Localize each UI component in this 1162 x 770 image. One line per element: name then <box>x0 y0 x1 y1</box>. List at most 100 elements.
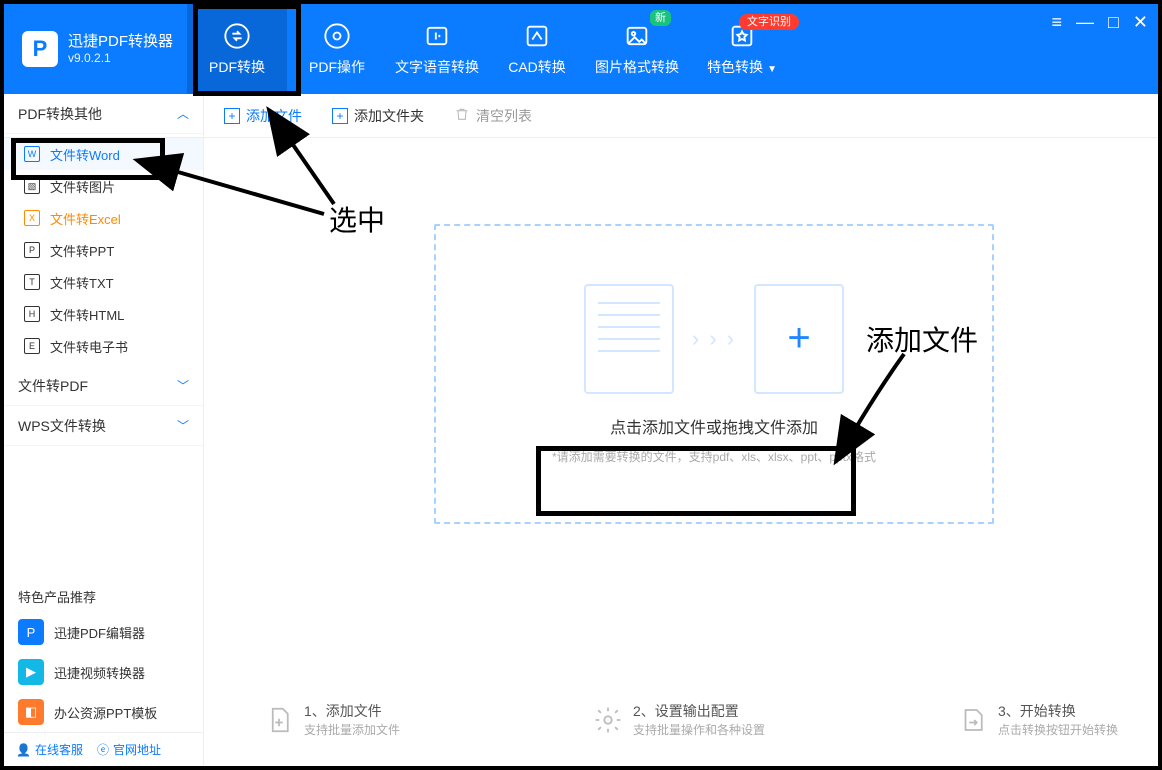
step-sub: 点击转换按钮开始转换 <box>998 721 1118 738</box>
item-label: 文件转图片 <box>50 177 115 196</box>
main-content: › › › + 点击添加文件或拖拽文件添加 *请添加需要转换的文件，支持pdf、… <box>204 138 1158 766</box>
txt-file-icon: T <box>24 274 40 290</box>
ebook-file-icon: E <box>24 338 40 354</box>
sidebar-group-wps[interactable]: WPS文件转换 ﹀ <box>4 406 203 446</box>
chevron-down-icon: ﹀ <box>177 377 189 394</box>
chevron-down-icon: ▼ <box>767 64 777 75</box>
file-dropzone[interactable]: › › › + 点击添加文件或拖拽文件添加 *请添加需要转换的文件，支持pdf、… <box>434 224 994 524</box>
button-label: 清空列表 <box>476 106 532 126</box>
button-label: 添加文件夹 <box>354 106 424 126</box>
dropzone-graphic: › › › + <box>584 284 844 394</box>
ocr-badge: 文字识别 <box>739 14 799 30</box>
sidebar-group-to-pdf[interactable]: 文件转PDF ﹀ <box>4 366 203 406</box>
sidebar-item-to-txt[interactable]: T 文件转TXT <box>4 266 203 298</box>
link-official-site[interactable]: ⓔ官网地址 <box>97 741 161 758</box>
add-file-button[interactable]: + 添加文件 <box>224 106 302 126</box>
plus-square-icon: + <box>224 108 240 124</box>
sidebar: PDF转换其他 ︿ W文件转Word ▧文件转图片 X文件转Excel P文件转… <box>4 94 204 766</box>
html-file-icon: H <box>24 306 40 322</box>
sidebar-item-to-word[interactable]: W 文件转Word <box>4 138 203 170</box>
rec-item-video-converter[interactable]: ▶ 迅捷视频转换器 <box>4 652 203 692</box>
step-1: 1、添加文件支持批量添加文件 <box>264 701 400 738</box>
link-label: 官网地址 <box>113 741 161 758</box>
rec-label: 办公资源PPT模板 <box>54 703 157 722</box>
ppt-template-icon: ◧ <box>18 699 44 725</box>
swap-icon <box>222 21 252 51</box>
cad-icon <box>522 21 552 51</box>
file-plus-icon <box>264 703 294 737</box>
button-label: 添加文件 <box>246 106 302 126</box>
step-sub: 支持批量添加文件 <box>304 721 400 738</box>
step-title: 2、设置输出配置 <box>633 701 765 721</box>
image-icon <box>622 21 652 51</box>
sidebar-items: W 文件转Word ▧ 文件转图片 X 文件转Excel P文件转PPT T 文件转TX… <box>4 134 203 366</box>
app-logo-icon: P <box>22 31 58 67</box>
trash-icon <box>454 106 470 125</box>
new-badge: 新 <box>650 10 671 26</box>
rec-item-pdf-editor[interactable]: P迅捷PDF编辑器 <box>4 612 203 652</box>
tab-label: PDF操作 <box>309 57 365 77</box>
close-button[interactable]: ✕ <box>1133 12 1148 33</box>
tab-label: 特色转换▼ <box>707 57 777 77</box>
clear-list-button[interactable]: 清空列表 <box>454 106 532 126</box>
app-title-block: 迅捷PDF转换器 v9.0.2.1 <box>68 33 173 65</box>
maximize-button[interactable]: □ <box>1108 12 1119 33</box>
item-label: 文件转HTML <box>50 305 124 324</box>
file-toolbar: + 添加文件 + 添加文件夹 清空列表 <box>4 94 1158 138</box>
step-title: 1、添加文件 <box>304 701 400 721</box>
steps-guide: 1、添加文件支持批量添加文件 2、设置输出配置支持批量操作和各种设置 3、开始转… <box>264 701 1118 738</box>
minimize-button[interactable]: — <box>1076 12 1094 33</box>
step-3: 3、开始转换点击转换按钮开始转换 <box>958 701 1118 738</box>
rec-item-ppt-templates[interactable]: ◧ 办公资源PPT模板 <box>4 692 203 732</box>
app-logo-block: P 迅捷PDF转换器 v9.0.2.1 <box>4 4 187 94</box>
excel-file-icon: X <box>24 210 40 226</box>
person-icon: 👤 <box>16 743 31 757</box>
tab-special-convert[interactable]: 文字识别 特色转换▼ <box>687 4 797 94</box>
recommend-heading: 特色产品推荐 <box>4 577 203 612</box>
header-tabs: PDF转换 PDF操作 文字语音转换 CAD转换 新 图片格式转换 文字识别 <box>187 4 797 94</box>
app-version: v9.0.2.1 <box>68 51 173 65</box>
tab-label: CAD转换 <box>508 57 566 77</box>
window-controls: ≡ — □ ✕ <box>1052 12 1148 33</box>
pdf-editor-icon: P <box>18 619 44 645</box>
sidebar-item-to-image[interactable]: ▧ 文件转图片 <box>4 170 203 202</box>
sidebar-item-to-excel[interactable]: X 文件转Excel <box>4 202 203 234</box>
item-label: 文件转Excel <box>50 209 121 228</box>
menu-icon[interactable]: ≡ <box>1052 12 1063 33</box>
sidebar-item-to-ebook[interactable]: E 文件转电子书 <box>4 330 203 362</box>
tab-label: 文字语音转换 <box>395 57 479 77</box>
video-converter-icon: ▶ <box>18 659 44 685</box>
chevron-down-icon: ﹀ <box>177 417 189 434</box>
group-title: WPS文件转换 <box>18 416 106 436</box>
word-file-icon: W <box>24 146 40 162</box>
image-file-icon: ▧ <box>24 178 40 194</box>
tab-pdf-operate[interactable]: PDF操作 <box>287 4 387 94</box>
group-title: 文件转PDF <box>18 376 88 396</box>
link-label: 在线客服 <box>35 741 83 758</box>
plus-square-icon: + <box>332 108 348 124</box>
tab-image-convert[interactable]: 新 图片格式转换 <box>587 4 687 94</box>
gear-icon <box>593 703 623 737</box>
dropzone-title: 点击添加文件或拖拽文件添加 <box>610 414 818 438</box>
sidebar-bottom-links: 👤 在线客服 ⓔ官网地址 <box>4 732 203 766</box>
app-name: 迅捷PDF转换器 <box>68 33 173 51</box>
add-box-icon: + <box>754 284 844 394</box>
step-title: 3、开始转换 <box>998 701 1118 721</box>
sidebar-item-to-html[interactable]: H 文件转HTML <box>4 298 203 330</box>
tab-label: PDF转换 <box>209 57 265 77</box>
tab-cad-convert[interactable]: CAD转换 <box>487 4 587 94</box>
item-label: 文件转TXT <box>50 273 114 292</box>
item-label: 文件转电子书 <box>50 337 128 356</box>
dropzone-subtitle: *请添加需要转换的文件，支持pdf、xls、xlsx、ppt、pptx格式 <box>552 448 876 465</box>
item-label: 文件转PPT <box>50 241 114 260</box>
add-folder-button[interactable]: + 添加文件夹 <box>332 106 424 126</box>
link-customer-service[interactable]: 👤 在线客服 <box>16 741 83 758</box>
item-label: 文件转Word <box>50 145 120 164</box>
gear-circle-icon <box>322 21 352 51</box>
tab-text-speech[interactable]: 文字语音转换 <box>387 4 487 94</box>
rec-label: 迅捷视频转换器 <box>54 663 145 682</box>
tab-pdf-convert[interactable]: PDF转换 <box>187 4 287 94</box>
sidebar-item-to-ppt[interactable]: P文件转PPT <box>4 234 203 266</box>
step-2: 2、设置输出配置支持批量操作和各种设置 <box>593 701 765 738</box>
audio-icon <box>422 21 452 51</box>
